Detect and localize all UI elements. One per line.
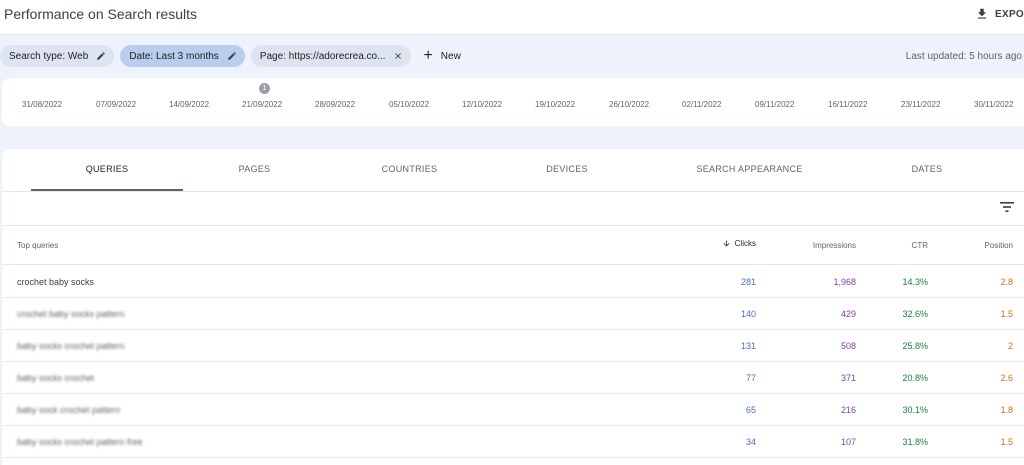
- filter-chips: Search type: Web Date: Last 3 months Pag…: [0, 45, 461, 67]
- header-impressions[interactable]: Impressions: [796, 241, 856, 250]
- query-cell: baby socks crochet pattern free: [17, 437, 143, 447]
- export-button[interactable]: EXPO: [975, 7, 1024, 21]
- position-cell: 1.5: [1000, 309, 1013, 319]
- tab-pages[interactable]: PAGES: [202, 164, 307, 174]
- page-title: Performance on Search results: [4, 6, 197, 22]
- filter-list-icon[interactable]: [1000, 201, 1014, 213]
- download-icon: [977, 8, 987, 19]
- impressions-cell: 216: [840, 405, 856, 415]
- tab-search-appearance[interactable]: SEARCH APPEARANCE: [667, 164, 832, 174]
- chip-label: Date: Last 3 months: [129, 50, 219, 62]
- close-icon[interactable]: [393, 51, 403, 61]
- plus-icon: +: [423, 47, 433, 64]
- clicks-cell: 131: [740, 341, 756, 351]
- timeline-date: 19/10/2022: [535, 100, 576, 109]
- timeline-date: 21/09/2022: [242, 100, 283, 109]
- query-cell: crochet baby socks pattern: [17, 309, 125, 319]
- export-label: EXPO: [995, 8, 1024, 20]
- timeline-date: 16/11/2022: [828, 100, 868, 109]
- chip-label: Search type: Web: [9, 50, 89, 62]
- query-cell: crochet baby socks: [17, 277, 95, 287]
- ctr-cell: 20.8%: [902, 373, 928, 383]
- ctr-cell: 32.6%: [902, 309, 928, 319]
- tab-queries[interactable]: QUERIES: [31, 164, 183, 174]
- pencil-icon[interactable]: [96, 51, 106, 61]
- table-row[interactable]: crochet baby socks pattern 140 429 32.6%…: [2, 297, 1024, 330]
- timeline-date: 14/09/2022: [169, 100, 210, 109]
- clicks-cell: 65: [745, 405, 756, 415]
- impressions-cell: 1,968: [833, 277, 856, 287]
- header-clicks-label: Clicks: [734, 239, 756, 248]
- dimension-tabs: QUERIES PAGES COUNTRIES DEVICES SEARCH A…: [2, 149, 1024, 192]
- clicks-cell: 281: [740, 277, 756, 287]
- position-cell: 2.8: [1000, 277, 1013, 287]
- new-label: New: [440, 50, 461, 62]
- annotation-marker[interactable]: 1: [259, 83, 270, 94]
- timeline-date: 30/11/2022: [974, 100, 1014, 109]
- timeline-date: 05/10/2022: [389, 100, 430, 109]
- tab-devices[interactable]: DEVICES: [517, 164, 617, 174]
- timeline-date: 12/10/2022: [462, 100, 503, 109]
- ctr-cell: 14.3%: [902, 277, 928, 287]
- timeline-date: 07/09/2022: [96, 100, 137, 109]
- date-timeline: 1 31/08/2022 07/09/2022 14/09/2022 21/09…: [2, 78, 1024, 126]
- query-cell: baby socks crochet pattern: [17, 341, 125, 351]
- timeline-date: 31/08/2022: [22, 100, 63, 109]
- impressions-cell: 429: [840, 309, 856, 319]
- table-row[interactable]: baby socks crochet pattern 131 508 25.8%…: [2, 329, 1024, 362]
- table-toolbar: [2, 192, 1024, 226]
- tab-dates[interactable]: DATES: [882, 164, 972, 174]
- ctr-cell: 30.1%: [902, 405, 928, 415]
- timeline-date: 02/11/2022: [682, 100, 722, 109]
- impressions-cell: 371: [840, 373, 856, 383]
- ctr-cell: 31.8%: [902, 437, 928, 447]
- tab-selected-indicator: [31, 189, 183, 191]
- top-bar: Performance on Search results EXPO: [0, 0, 1024, 35]
- impressions-cell: 508: [840, 341, 856, 351]
- query-cell: baby socks crochet: [17, 373, 95, 383]
- position-cell: 1.5: [1000, 437, 1013, 447]
- table-row[interactable]: baby socks crochet pattern free 34 107 3…: [2, 425, 1024, 458]
- chip-label: Page: https://adorecrea.co...: [259, 50, 386, 62]
- position-cell: 2.6: [1000, 373, 1013, 383]
- query-cell: baby sock crochet pattern: [17, 405, 121, 415]
- clicks-cell: 140: [740, 309, 756, 319]
- clicks-cell: 34: [745, 437, 756, 447]
- header-position[interactable]: Position: [953, 241, 1013, 250]
- table-header: Top queries Clicks Impressions CTR Posit…: [2, 226, 1024, 265]
- arrow-down-icon: [723, 240, 730, 247]
- chip-page[interactable]: Page: https://adorecrea.co...: [250, 45, 412, 67]
- tab-countries[interactable]: COUNTRIES: [352, 164, 467, 174]
- clicks-cell: 77: [745, 373, 756, 383]
- timeline-date: 23/11/2022: [901, 100, 941, 109]
- header-top-queries[interactable]: Top queries: [17, 241, 58, 250]
- new-filter-button[interactable]: + New: [423, 48, 460, 64]
- results-card: QUERIES PAGES COUNTRIES DEVICES SEARCH A…: [2, 149, 1024, 465]
- timeline-date: 09/11/2022: [755, 100, 795, 109]
- table-row[interactable]: crochet baby socks 281 1,968 14.3% 2.8: [2, 265, 1024, 298]
- position-cell: 2: [1007, 341, 1013, 351]
- chip-search-type[interactable]: Search type: Web: [0, 45, 115, 67]
- timeline-date: 26/10/2022: [609, 100, 650, 109]
- header-clicks[interactable]: Clicks: [696, 239, 756, 248]
- position-cell: 1.8: [1000, 405, 1013, 415]
- impressions-cell: 107: [840, 437, 856, 447]
- timeline-date: 28/09/2022: [315, 100, 356, 109]
- header-ctr[interactable]: CTR: [868, 241, 928, 250]
- pencil-icon[interactable]: [227, 51, 237, 61]
- last-updated: Last updated: 5 hours ago: [905, 51, 1022, 62]
- table-row[interactable]: baby sock crochet pattern 65 216 30.1% 1…: [2, 393, 1024, 426]
- chip-date[interactable]: Date: Last 3 months: [120, 45, 245, 67]
- ctr-cell: 25.8%: [902, 341, 928, 351]
- table-row[interactable]: baby socks crochet 77 371 20.8% 2.6: [2, 361, 1024, 394]
